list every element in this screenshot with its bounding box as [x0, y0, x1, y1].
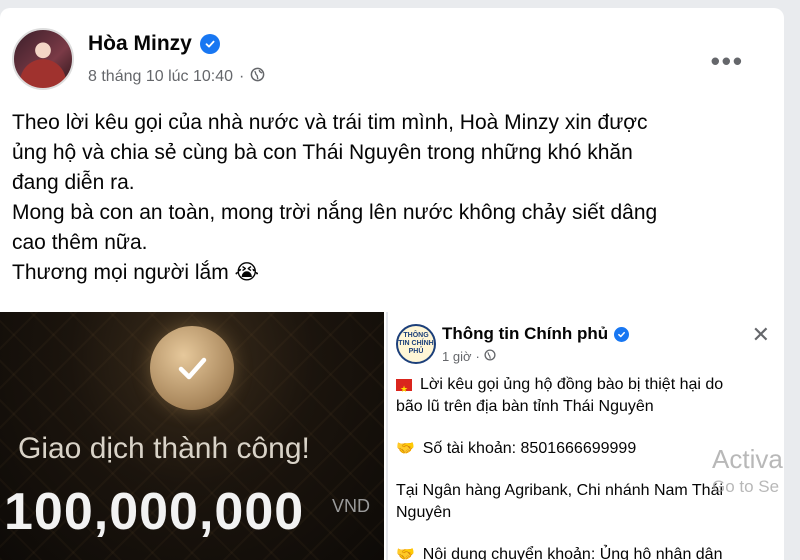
transfer-receipt-image[interactable]: Giao dịch thành công! 100,000,000 VND: [0, 312, 384, 560]
gov-bank-line-1: Tại Ngân hàng Agribank, Chi nhánh Nam Th…: [396, 482, 724, 499]
vietnam-flag-icon: [396, 378, 412, 400]
handshake-icon: 🤝: [396, 546, 415, 560]
verified-badge-icon: [614, 326, 630, 342]
gov-bank-line-2: Nguyên: [396, 504, 452, 521]
gov-line: Nguyên: [396, 502, 784, 524]
author-avatar[interactable]: [12, 28, 74, 90]
gov-line: Tại Ngân hàng Agribank, Chi nhánh Nam Th…: [396, 480, 784, 502]
close-icon: ✕: [751, 322, 770, 347]
gov-line: bão lũ trên địa bàn tỉnh Thái Nguyên: [396, 396, 784, 418]
globe-icon: [484, 349, 496, 364]
globe-icon[interactable]: [250, 67, 265, 87]
post-text-line: ủng hộ và chia sẻ cùng bà con Thái Nguyê…: [12, 141, 633, 164]
post-timestamp[interactable]: 8 tháng 10 lúc 10:40: [88, 68, 233, 86]
gov-line: Lời kêu gọi ủng hộ đồng bào bị thiệt hại…: [396, 374, 784, 400]
post-text-line: đang diễn ra.: [12, 171, 135, 194]
meta-separator: ·: [239, 68, 245, 85]
gov-page-name-row: Thông tin Chính phủ: [442, 324, 630, 344]
gov-appeal-line-1: Lời kêu gọi ủng hộ đồng bào bị thiệt hại…: [420, 376, 724, 393]
post-text-line: Theo lời kêu gọi của nhà nước và trái ti…: [12, 111, 648, 134]
shared-gov-post-image[interactable]: THÔNG TIN CHÍNH PHỦ Thông tin Chính phủ …: [386, 312, 784, 560]
gov-post-meta: 1 giờ ·: [442, 349, 496, 364]
gov-account-line: Số tài khoản: 8501666699999: [422, 440, 637, 457]
gov-appeal-line-2: bão lũ trên địa bàn tỉnh Thái Nguyên: [396, 398, 654, 415]
verified-badge-icon: [199, 34, 220, 54]
post-text-line: cao thêm nữa.: [12, 231, 148, 254]
gov-content-line: Nội dung chuyển khoản: Ủng hộ nhân dân: [422, 546, 723, 560]
transfer-amount: 100,000,000: [4, 483, 305, 541]
post-text: Theo lời kêu gọi của nhà nước và trái ti…: [12, 108, 752, 288]
gov-page-name: Thông tin Chính phủ: [442, 324, 609, 343]
gov-line: 🤝 Số tài khoản: 8501666699999: [396, 438, 784, 460]
gov-page-logo: THÔNG TIN CHÍNH PHỦ: [396, 324, 436, 364]
author-name-row: Hòa Minzy: [88, 32, 220, 56]
currency-label: VND: [332, 496, 371, 516]
meta-separator: ·: [475, 349, 480, 364]
gov-post-time: 1 giờ: [442, 349, 472, 364]
gov-post-body: Lời kêu gọi ủng hộ đồng bào bị thiệt hại…: [396, 374, 784, 560]
author-name[interactable]: Hòa Minzy: [88, 32, 192, 56]
handshake-icon: 🤝: [396, 440, 415, 457]
gov-line: 🤝 Nội dung chuyển khoản: Ủng hộ nhân dân: [396, 544, 784, 560]
transaction-success-text: Giao dịch thành công!: [18, 432, 310, 465]
post-text-line: Thương mọi người lắm 😭: [12, 261, 260, 284]
post-text-line: Mong bà con an toàn, mong trời nắng lên …: [12, 201, 658, 224]
success-check-icon: [150, 326, 234, 410]
facebook-post-card: Hòa Minzy 8 tháng 10 lúc 10:40 · ••• The…: [0, 8, 784, 560]
post-meta: 8 tháng 10 lúc 10:40 ·: [88, 67, 265, 87]
more-options-button[interactable]: •••: [711, 48, 744, 74]
